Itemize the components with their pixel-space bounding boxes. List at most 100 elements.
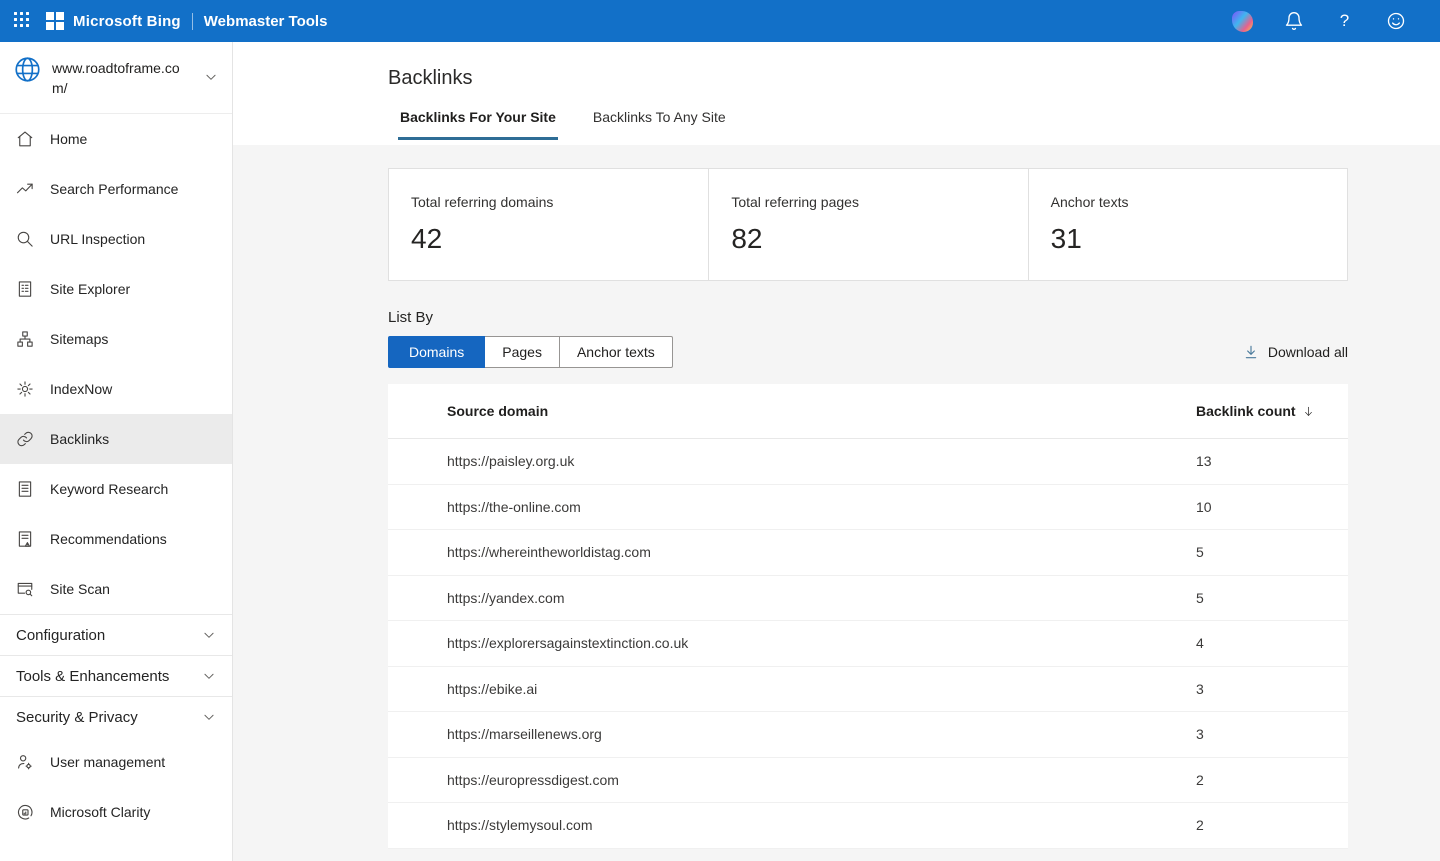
sitemap-icon xyxy=(16,330,34,348)
smiley-feedback-icon[interactable] xyxy=(1385,11,1406,32)
content-area: Total referring domains 42 Total referri… xyxy=(233,145,1440,849)
column-header-backlink-count[interactable]: Backlink count xyxy=(1196,403,1348,419)
backlink-count-cell: 5 xyxy=(1196,590,1348,606)
sidebar-item-microsoft-clarity[interactable]: Microsoft Clarity xyxy=(0,787,232,837)
source-domain-cell: https://stylemysoul.com xyxy=(388,817,1196,833)
list-by-anchor-texts-button[interactable]: Anchor texts xyxy=(560,336,673,368)
stats-cards: Total referring domains 42 Total referri… xyxy=(388,168,1348,281)
controls-row: Domains Pages Anchor texts Download all xyxy=(388,336,1348,368)
site-name: www.roadtoframe.com/ xyxy=(52,56,180,98)
home-icon xyxy=(16,130,34,148)
table-row[interactable]: https://yandex.com 5 xyxy=(388,576,1348,622)
site-explorer-icon xyxy=(16,280,34,298)
sidebar-section-configuration[interactable]: Configuration xyxy=(0,614,232,655)
document-icon xyxy=(16,480,34,498)
backlink-count-cell: 13 xyxy=(1196,453,1348,469)
stat-total-referring-domains: Total referring domains 42 xyxy=(389,169,708,280)
source-domain-cell: https://the-online.com xyxy=(388,499,1196,515)
sidebar-section-tools-enhancements[interactable]: Tools & Enhancements xyxy=(0,655,232,696)
download-all-button[interactable]: Download all xyxy=(1243,344,1348,360)
backlink-count-cell: 2 xyxy=(1196,817,1348,833)
page-header: Backlinks Backlinks For Your Site Backli… xyxy=(233,42,1440,145)
table-row[interactable]: https://paisley.org.uk 13 xyxy=(388,439,1348,485)
list-by-label: List By xyxy=(388,309,1348,326)
sidebar-item-home[interactable]: Home xyxy=(0,114,232,164)
download-all-label: Download all xyxy=(1268,344,1348,360)
section-label: Configuration xyxy=(16,627,105,644)
table-row[interactable]: https://whereintheworldistag.com 5 xyxy=(388,530,1348,576)
sidebar-item-keyword-research[interactable]: Keyword Research xyxy=(0,464,232,514)
chevron-down-icon xyxy=(202,628,216,642)
source-domain-cell: https://paisley.org.uk xyxy=(388,453,1196,469)
sidebar-section-security-privacy[interactable]: Security & Privacy xyxy=(0,696,232,737)
sidebar-item-label: URL Inspection xyxy=(50,231,145,247)
source-domain-cell: https://explorersagainstextinction.co.uk xyxy=(388,635,1196,651)
browser-scan-icon xyxy=(16,580,34,598)
sidebar-item-recommendations[interactable]: Recommendations xyxy=(0,514,232,564)
source-domain-cell: https://whereintheworldistag.com xyxy=(388,544,1196,560)
chevron-down-icon xyxy=(204,70,218,84)
sidebar-item-user-management[interactable]: User management xyxy=(0,737,232,787)
list-by-segmented-control: Domains Pages Anchor texts xyxy=(388,336,673,368)
sidebar-item-sitemaps[interactable]: Sitemaps xyxy=(0,314,232,364)
sidebar-item-label: User management xyxy=(50,754,165,770)
bell-icon[interactable] xyxy=(1283,11,1304,32)
list-by-domains-button[interactable]: Domains xyxy=(388,336,485,368)
tab-backlinks-for-your-site[interactable]: Backlinks For Your Site xyxy=(398,109,558,140)
sidebar-item-label: Site Scan xyxy=(50,581,110,597)
site-selector[interactable]: www.roadtoframe.com/ xyxy=(0,42,232,114)
source-domain-cell: https://ebike.ai xyxy=(388,681,1196,697)
sidebar-item-url-inspection[interactable]: URL Inspection xyxy=(0,214,232,264)
stat-label: Total referring pages xyxy=(731,194,1005,210)
stat-anchor-texts: Anchor texts 31 xyxy=(1028,169,1347,280)
section-label: Security & Privacy xyxy=(16,709,138,726)
sidebar-item-label: Home xyxy=(50,131,87,147)
sidebar-item-indexnow[interactable]: IndexNow xyxy=(0,364,232,414)
sidebar-item-site-scan[interactable]: Site Scan xyxy=(0,564,232,614)
waffle-menu-icon[interactable] xyxy=(14,12,32,30)
stat-label: Total referring domains xyxy=(411,194,686,210)
table-header-row: Source domain Backlink count xyxy=(388,384,1348,439)
main-content: Backlinks Backlinks For Your Site Backli… xyxy=(233,42,1440,861)
table-row[interactable]: https://explorersagainstextinction.co.uk… xyxy=(388,621,1348,667)
source-domain-cell: https://marseillenews.org xyxy=(388,726,1196,742)
backlinks-table: Source domain Backlink count https://pai… xyxy=(388,384,1348,849)
brand-title[interactable]: Microsoft Bing xyxy=(73,13,181,30)
sidebar-item-label: IndexNow xyxy=(50,381,112,397)
stat-value: 82 xyxy=(731,223,1005,255)
table-row[interactable]: https://the-online.com 10 xyxy=(388,485,1348,531)
backlink-count-cell: 3 xyxy=(1196,681,1348,697)
table-row[interactable]: https://ebike.ai 3 xyxy=(388,667,1348,713)
sidebar-item-label: Recommendations xyxy=(50,531,167,547)
help-icon[interactable]: ? xyxy=(1334,11,1355,32)
column-header-source-domain[interactable]: Source domain xyxy=(388,403,1196,419)
sidebar-item-search-performance[interactable]: Search Performance xyxy=(0,164,232,214)
sidebar-item-label: Sitemaps xyxy=(50,331,108,347)
column-header-label: Backlink count xyxy=(1196,403,1296,419)
user-gear-icon xyxy=(16,753,34,771)
tab-backlinks-to-any-site[interactable]: Backlinks To Any Site xyxy=(591,109,728,140)
section-label: Tools & Enhancements xyxy=(16,668,169,685)
link-icon xyxy=(16,430,34,448)
sidebar-item-site-explorer[interactable]: Site Explorer xyxy=(0,264,232,314)
chevron-down-icon xyxy=(202,669,216,683)
sidebar-item-label: Backlinks xyxy=(50,431,109,447)
table-row[interactable]: https://europressdigest.com 2 xyxy=(388,758,1348,804)
backlink-count-cell: 5 xyxy=(1196,544,1348,560)
copilot-icon[interactable] xyxy=(1232,11,1253,32)
table-row[interactable]: https://stylemysoul.com 2 xyxy=(388,803,1348,849)
table-row[interactable]: https://marseillenews.org 3 xyxy=(388,712,1348,758)
sidebar: www.roadtoframe.com/ Home Search Perform… xyxy=(0,42,233,861)
backlink-count-cell: 2 xyxy=(1196,772,1348,788)
sidebar-item-backlinks[interactable]: Backlinks xyxy=(0,414,232,464)
stat-label: Anchor texts xyxy=(1051,194,1325,210)
sidebar-item-label: Microsoft Clarity xyxy=(50,804,150,820)
top-app-bar: Microsoft Bing Webmaster Tools ? xyxy=(0,0,1440,42)
tab-bar: Backlinks For Your Site Backlinks To Any… xyxy=(398,109,1440,140)
product-title[interactable]: Webmaster Tools xyxy=(204,13,328,30)
brand-divider xyxy=(192,13,193,30)
sort-descending-icon xyxy=(1302,405,1315,418)
list-by-pages-button[interactable]: Pages xyxy=(485,336,560,368)
stat-value: 42 xyxy=(411,223,686,255)
download-icon xyxy=(1243,344,1259,360)
